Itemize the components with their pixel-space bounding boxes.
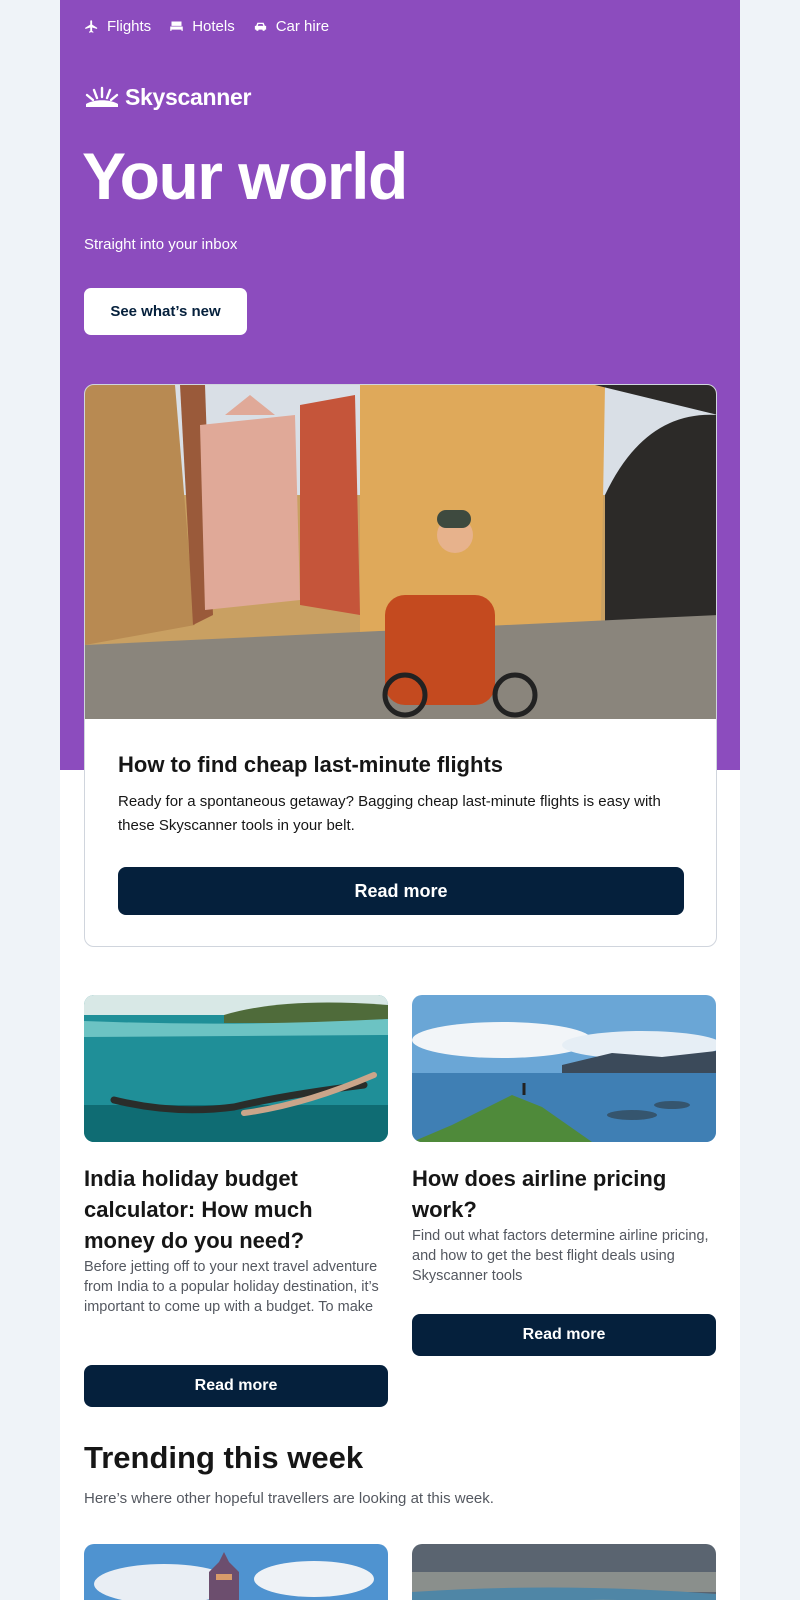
article-card-airline-pricing: How does airline pricing work? Find out … xyxy=(412,995,716,1365)
nav-flights-label: Flights xyxy=(107,18,152,35)
car-icon xyxy=(254,22,266,31)
article-title-airline-pricing: How does airline pricing work? xyxy=(412,1166,667,1222)
nav-flights[interactable]: Flights xyxy=(84,18,151,35)
see-whats-new-button[interactable]: See what’s new xyxy=(84,288,247,335)
nav-hotels-label: Hotels xyxy=(192,18,235,35)
feature-article-description: Ready for a spontaneous getaway? Bagging… xyxy=(118,793,661,834)
hero-title: Your world xyxy=(82,139,408,213)
bed-icon xyxy=(170,21,183,31)
skyscanner-logo[interactable]: Skyscanner xyxy=(84,84,251,111)
read-more-button-airline-pricing[interactable]: Read more xyxy=(412,1314,716,1356)
trending-destination-image-temple[interactable] xyxy=(84,1544,388,1600)
article-title-india-budget: India holiday budget calculator: How muc… xyxy=(84,1166,313,1253)
article-description-airline-pricing: Find out what factors determine airline … xyxy=(412,1228,709,1284)
article-description-india-budget: Before jetting off to your next travel a… xyxy=(84,1259,379,1315)
read-more-button-india-budget[interactable]: Read more xyxy=(84,1365,388,1407)
nav-hotels[interactable]: Hotels xyxy=(169,18,235,35)
trending-section-subtitle: Here’s where other hopeful travellers ar… xyxy=(84,1490,494,1507)
coastal-hike-illustration xyxy=(412,995,716,1142)
logo-wordmark: Skyscanner xyxy=(125,84,252,110)
nav-car-hire-label: Car hire xyxy=(275,18,330,35)
beach-coastline-illustration xyxy=(412,1544,716,1600)
top-nav: Flights Hotels Car hire xyxy=(84,18,329,35)
feature-article-title: How to find cheap last-minute flights xyxy=(118,752,503,777)
article-image-underwater-swimmer[interactable] xyxy=(84,995,388,1142)
feature-article-card: How to find cheap last-minute flights Re… xyxy=(84,384,717,947)
feature-read-more-button[interactable]: Read more xyxy=(118,867,684,915)
trending-section-title: Trending this week xyxy=(84,1440,364,1475)
nav-car-hire[interactable]: Car hire xyxy=(253,18,329,35)
hero-subtitle: Straight into your inbox xyxy=(84,236,238,253)
feature-article-image[interactable] xyxy=(85,385,717,719)
email-container: Flights Hotels Car hire Skyscanner Your … xyxy=(60,0,740,1600)
underwater-swimmer-illustration xyxy=(84,995,388,1142)
article-card-india-budget: India holiday budget calculator: How muc… xyxy=(84,995,388,1415)
trending-destination-image-beach[interactable] xyxy=(412,1544,716,1600)
temple-illustration xyxy=(84,1544,388,1600)
plane-icon xyxy=(85,20,98,33)
sunrise-logo-icon xyxy=(85,86,119,107)
article-image-coastal-hike[interactable] xyxy=(412,995,716,1142)
